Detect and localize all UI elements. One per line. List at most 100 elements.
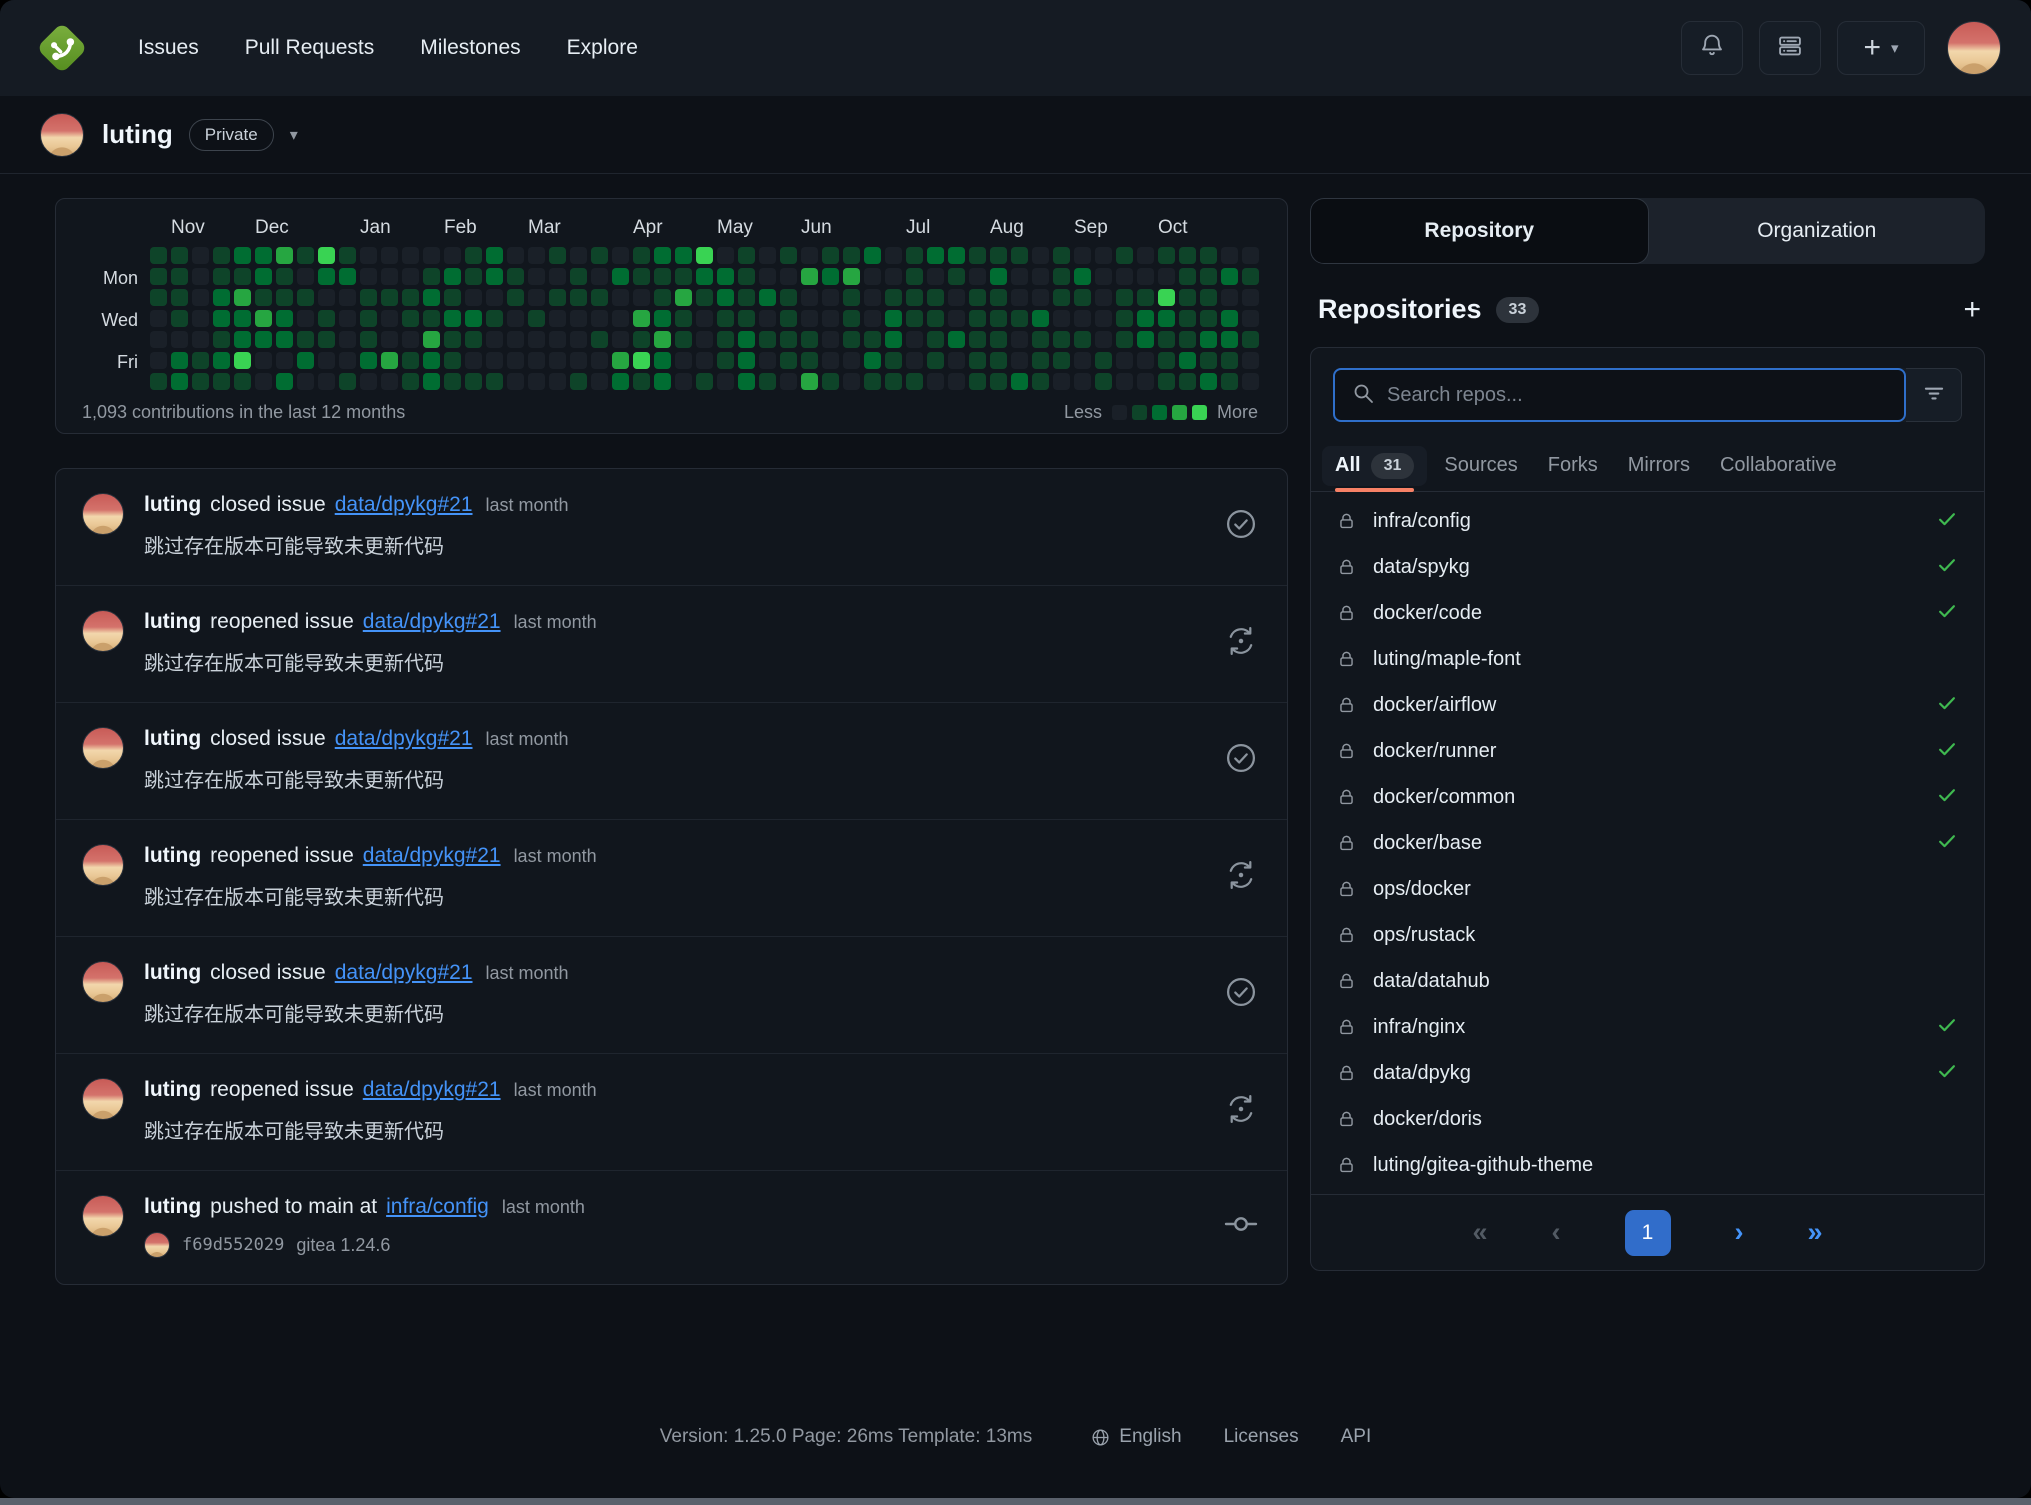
repo-name-link[interactable]: ops/docker xyxy=(1373,878,1471,901)
feed-repo-link[interactable]: infra/config xyxy=(386,1195,489,1219)
feed-actor-name[interactable]: luting xyxy=(144,727,201,751)
feed-actor-avatar[interactable] xyxy=(82,493,124,535)
user-avatar[interactable] xyxy=(1947,21,2001,75)
feed-actor-avatar[interactable] xyxy=(82,844,124,886)
feed-actor-name[interactable]: luting xyxy=(144,493,201,517)
heatmap-cell xyxy=(696,331,713,348)
repo-filter-collaborative[interactable]: Collaborative xyxy=(1720,440,1837,491)
repo-row[interactable]: docker/doris xyxy=(1311,1096,1984,1142)
search-repos-input[interactable] xyxy=(1387,384,1888,407)
heatmap-cell xyxy=(696,352,713,369)
repo-row[interactable]: data/dpykg xyxy=(1311,1050,1984,1096)
repo-row[interactable]: data/datahub xyxy=(1311,958,1984,1004)
repo-row[interactable]: docker/base xyxy=(1311,820,1984,866)
repo-filter-sources[interactable]: Sources xyxy=(1444,440,1517,491)
nav-link-explore[interactable]: Explore xyxy=(567,36,638,60)
feed-actor-avatar[interactable] xyxy=(82,961,124,1003)
heatmap-cell xyxy=(612,310,629,327)
feed-actor-avatar[interactable] xyxy=(82,727,124,769)
tab-repository[interactable]: Repository xyxy=(1310,198,1649,264)
repo-name-link[interactable]: docker/base xyxy=(1373,832,1482,855)
heatmap-cell xyxy=(738,352,755,369)
heatmap-cell xyxy=(1137,247,1154,264)
repo-name-link[interactable]: ops/rustack xyxy=(1373,924,1475,947)
repo-row[interactable]: docker/code xyxy=(1311,590,1984,636)
repo-name-link[interactable]: luting/gitea-github-theme xyxy=(1373,1154,1593,1177)
repo-row[interactable]: docker/airflow xyxy=(1311,682,1984,728)
commit-hash-link[interactable]: f69d552029 xyxy=(182,1235,284,1255)
repo-filter-forks[interactable]: Forks xyxy=(1548,440,1598,491)
feed-repo-link[interactable]: data/dpykg#21 xyxy=(335,493,473,517)
feed-actor-name[interactable]: luting xyxy=(144,1195,201,1219)
repo-row[interactable]: docker/runner xyxy=(1311,728,1984,774)
feed-actor-avatar[interactable] xyxy=(82,1195,124,1237)
add-repository-button[interactable]: + xyxy=(1963,295,1981,325)
heatmap-cell xyxy=(570,310,587,327)
repo-name-link[interactable]: docker/common xyxy=(1373,786,1515,809)
repo-row[interactable]: luting/maple-font xyxy=(1311,636,1984,682)
admin-panel-button[interactable] xyxy=(1759,21,1821,75)
heatmap-cell xyxy=(339,289,356,306)
repo-row[interactable]: data/spykg xyxy=(1311,544,1984,590)
footer-link-licenses[interactable]: Licenses xyxy=(1224,1426,1299,1448)
repo-row[interactable]: ops/rustack xyxy=(1311,912,1984,958)
repo-name-link[interactable]: docker/doris xyxy=(1373,1108,1482,1131)
lock-icon xyxy=(1337,788,1356,807)
heatmap-row xyxy=(150,331,1263,348)
feed-actor-avatar[interactable] xyxy=(82,1078,124,1120)
profile-avatar[interactable] xyxy=(40,113,84,157)
repo-name-link[interactable]: infra/nginx xyxy=(1373,1016,1465,1039)
heatmap-cell xyxy=(465,268,482,285)
nav-link-issues[interactable]: Issues xyxy=(138,36,199,60)
feed-repo-link[interactable]: data/dpykg#21 xyxy=(335,961,473,985)
page-last-button[interactable]: » xyxy=(1808,1217,1823,1248)
repo-name-link[interactable]: docker/airflow xyxy=(1373,694,1496,717)
heatmap-cell xyxy=(150,268,167,285)
heatmap-cell xyxy=(1200,268,1217,285)
heatmap-cell xyxy=(1242,310,1259,327)
heatmap-cell xyxy=(717,373,734,390)
heatmap-cell xyxy=(1158,289,1175,306)
heatmap-cell xyxy=(171,289,188,306)
repo-row[interactable]: infra/config xyxy=(1311,498,1984,544)
repo-name-link[interactable]: data/dpykg xyxy=(1373,1062,1471,1085)
nav-link-milestones[interactable]: Milestones xyxy=(420,36,520,60)
heatmap-cell xyxy=(738,310,755,327)
heatmap-cell xyxy=(990,289,1007,306)
repo-row[interactable]: docker/common xyxy=(1311,774,1984,820)
feed-actor-name[interactable]: luting xyxy=(144,961,201,985)
heatmap-cell xyxy=(990,310,1007,327)
repo-name-link[interactable]: data/spykg xyxy=(1373,556,1470,579)
feed-repo-link[interactable]: data/dpykg#21 xyxy=(363,1078,501,1102)
repo-filter-button[interactable] xyxy=(1906,368,1962,422)
footer-link-english[interactable]: English xyxy=(1090,1426,1181,1448)
repo-row[interactable]: ops/docker xyxy=(1311,866,1984,912)
feed-timestamp: last month xyxy=(486,729,569,750)
footer-link-api[interactable]: API xyxy=(1341,1426,1372,1448)
tab-organization[interactable]: Organization xyxy=(1649,198,1986,264)
repo-name-link[interactable]: luting/maple-font xyxy=(1373,648,1521,671)
repo-filter-mirrors[interactable]: Mirrors xyxy=(1628,440,1690,491)
create-new-button[interactable]: + ▾ xyxy=(1837,21,1925,75)
repo-row[interactable]: luting/gitea-github-theme xyxy=(1311,1142,1984,1188)
notifications-button[interactable] xyxy=(1681,21,1743,75)
feed-repo-link[interactable]: data/dpykg#21 xyxy=(363,610,501,634)
repo-row[interactable]: infra/nginx xyxy=(1311,1004,1984,1050)
feed-actor-name[interactable]: luting xyxy=(144,1078,201,1102)
feed-repo-link[interactable]: data/dpykg#21 xyxy=(335,727,473,751)
repo-name-link[interactable]: docker/code xyxy=(1373,602,1482,625)
repo-filter-all[interactable]: All31 xyxy=(1335,440,1414,491)
feed-actor-name[interactable]: luting xyxy=(144,844,201,868)
feed-actor-avatar[interactable] xyxy=(82,610,124,652)
repo-name-link[interactable]: docker/runner xyxy=(1373,740,1496,763)
profile-dropdown-caret-icon[interactable]: ▾ xyxy=(290,125,298,145)
nav-link-pull-requests[interactable]: Pull Requests xyxy=(245,36,375,60)
gitea-logo-icon[interactable] xyxy=(34,20,90,76)
repo-name-link[interactable]: data/datahub xyxy=(1373,970,1490,993)
page-next-button[interactable]: › xyxy=(1735,1217,1744,1248)
feed-actor-name[interactable]: luting xyxy=(144,610,201,634)
heatmap-cell xyxy=(1053,268,1070,285)
heatmap-cell xyxy=(1221,289,1238,306)
feed-repo-link[interactable]: data/dpykg#21 xyxy=(363,844,501,868)
repo-name-link[interactable]: infra/config xyxy=(1373,510,1471,533)
